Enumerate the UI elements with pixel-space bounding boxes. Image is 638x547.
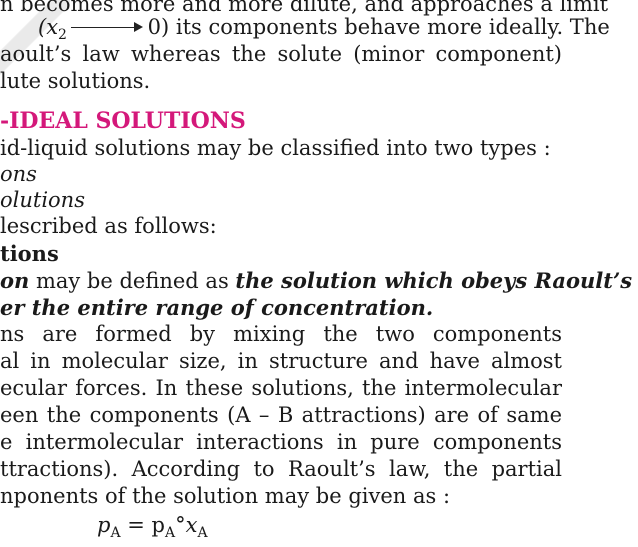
text-line: aoult’s law whereas the solute (minor co…: [0, 42, 562, 66]
text-line: nponents of the solution may be given as…: [0, 484, 451, 508]
raoult-equation: pA = pA°xA: [97, 513, 208, 542]
list-item: olutions: [0, 188, 85, 212]
text-line: ns are formed by mixing the two componen…: [0, 322, 562, 346]
text-line: een the components (A – B attractions) a…: [0, 403, 562, 427]
text-line: id-liquid solutions may be classified in…: [0, 136, 551, 160]
text-line: ttractions). According to Raoult’s law, …: [0, 457, 562, 481]
text-line: e intermolecular interactions in pure co…: [0, 430, 562, 454]
definition-line: er the entire range of concentration.: [0, 295, 434, 320]
definition-line: on may be defined as the solution which …: [0, 268, 633, 293]
arrow-icon: [70, 22, 143, 32]
subheading: tions: [0, 241, 59, 266]
list-item: ons: [0, 162, 37, 186]
text-line: lescribed as follows:: [0, 214, 217, 238]
text-line: al in molecular size, in structure and h…: [0, 349, 562, 373]
text-line: lute solutions.: [0, 69, 151, 93]
section-heading: -IDEAL SOLUTIONS: [0, 108, 246, 134]
text-line: ecular forces. In these solutions, the i…: [0, 376, 562, 400]
